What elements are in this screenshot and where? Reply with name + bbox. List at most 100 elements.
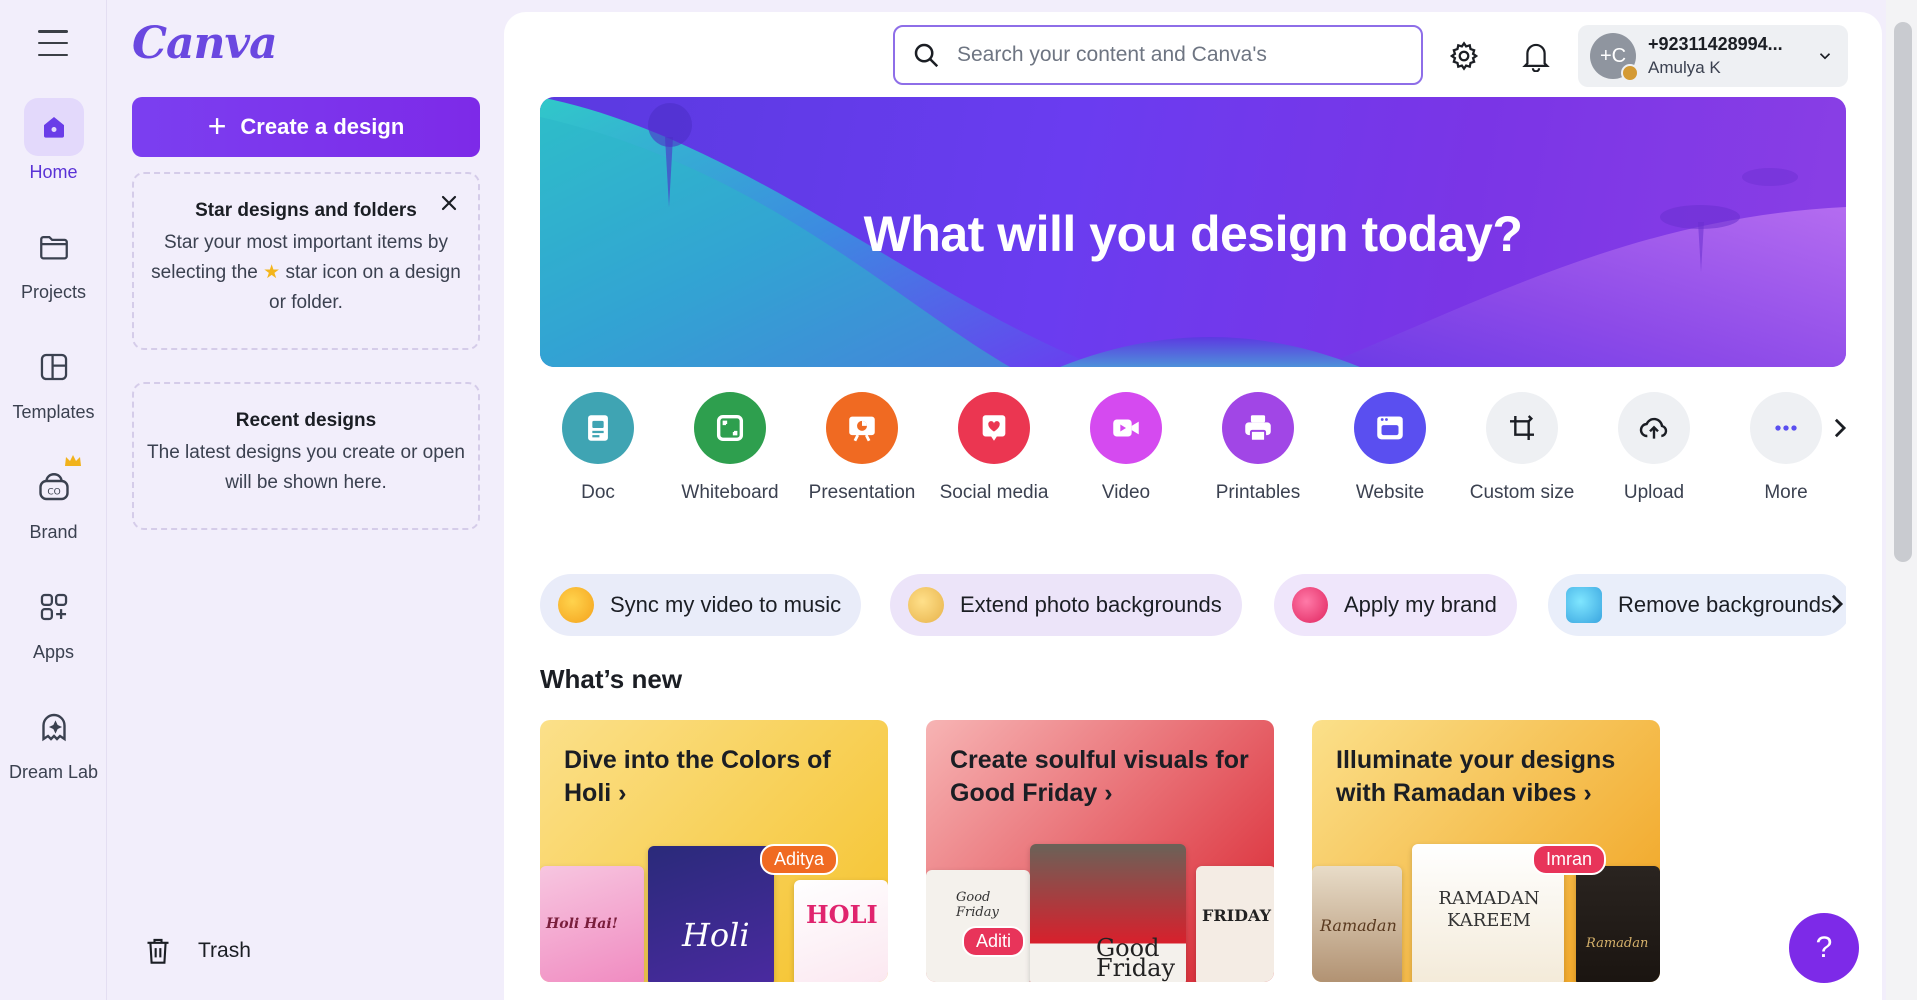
shortcut-custom-size[interactable]: Custom size bbox=[1456, 392, 1588, 504]
design-type-shortcuts: Doc Whiteboard Presentation Social media… bbox=[540, 392, 1847, 512]
star-sparkle-icon bbox=[1566, 587, 1602, 623]
search-icon bbox=[914, 43, 939, 68]
printables-icon bbox=[1222, 392, 1294, 464]
shortcut-label-presentation: Presentation bbox=[808, 482, 916, 503]
pill-extend-photo-backgrounds[interactable]: Extend photo backgrounds bbox=[890, 574, 1242, 636]
trash-button[interactable]: Trash bbox=[144, 935, 251, 967]
folder-icon bbox=[24, 218, 84, 276]
shortcut-website[interactable]: Website bbox=[1324, 392, 1456, 504]
rail-label-brand: Brand bbox=[29, 522, 78, 542]
shortcut-label-whiteboard: Whiteboard bbox=[681, 482, 779, 503]
card-title: Dive into the Colors of Holi › bbox=[564, 746, 831, 807]
notification-bell-icon[interactable] bbox=[1520, 40, 1552, 72]
svg-text:CO: CO bbox=[47, 488, 60, 498]
apps-icon bbox=[24, 578, 84, 636]
chevron-right-icon[interactable] bbox=[1828, 593, 1846, 615]
menu-icon[interactable] bbox=[38, 30, 68, 56]
search-input[interactable] bbox=[957, 43, 1397, 67]
chevron-right-icon[interactable] bbox=[1828, 414, 1852, 442]
shortcut-social-media[interactable]: Social media bbox=[928, 392, 1060, 504]
rail-item-apps[interactable]: Apps bbox=[0, 578, 107, 663]
shortcut-label-more: More bbox=[1764, 482, 1808, 503]
canva-logo[interactable]: Canva bbox=[132, 18, 278, 69]
video-icon bbox=[1090, 392, 1162, 464]
doc-icon bbox=[562, 392, 634, 464]
chevron-right-icon: › bbox=[1583, 779, 1592, 807]
pill-remove-backgrounds[interactable]: Remove backgrounds bbox=[1548, 574, 1846, 636]
chevron-right-icon: › bbox=[1104, 779, 1113, 807]
shortcut-doc[interactable]: Doc bbox=[532, 392, 664, 504]
shortcut-label-upload: Upload bbox=[1623, 482, 1685, 503]
rail-item-dream-lab[interactable]: Dream Lab bbox=[0, 698, 107, 783]
rail-item-projects[interactable]: Projects bbox=[0, 218, 107, 303]
whats-new-card-good-friday[interactable]: Create soulful visuals for Good Friday ›… bbox=[926, 720, 1274, 982]
shortcut-printables[interactable]: Printables bbox=[1192, 392, 1324, 504]
whiteboard-icon bbox=[694, 392, 766, 464]
shortcut-label-doc: Doc bbox=[581, 482, 615, 503]
shortcut-presentation[interactable]: Presentation bbox=[796, 392, 928, 504]
hero-title: What will you design today? bbox=[863, 206, 1523, 262]
recent-card-title: Recent designs bbox=[235, 410, 377, 431]
shortcut-whiteboard[interactable]: Whiteboard bbox=[664, 392, 796, 504]
star-icon: ★ bbox=[263, 262, 281, 283]
dream-lab-icon bbox=[24, 698, 84, 756]
whats-new-card-ramadan[interactable]: Illuminate your designs with Ramadan vib… bbox=[1312, 720, 1660, 982]
rail-label-templates: Templates bbox=[12, 402, 95, 422]
main-content: +C +92311428994... Amulya K What bbox=[504, 12, 1882, 1000]
whats-new-title: What’s new bbox=[540, 664, 683, 694]
mini-avatar-badge bbox=[1621, 64, 1639, 82]
account-menu[interactable]: +C +92311428994... Amulya K bbox=[1578, 25, 1848, 87]
shortcut-video[interactable]: Video bbox=[1060, 392, 1192, 504]
rail-item-brand[interactable]: CO Brand bbox=[0, 455, 107, 543]
shortcut-label-video: Video bbox=[1101, 482, 1151, 503]
templates-icon bbox=[24, 338, 84, 396]
shortcut-label-social-media: Social media bbox=[939, 482, 1049, 503]
help-button[interactable]: ? bbox=[1789, 913, 1859, 983]
hero-banner: What will you design today? bbox=[540, 97, 1846, 367]
shortcut-label-custom-size: Custom size bbox=[1469, 482, 1575, 503]
pill-apply-my-brand[interactable]: Apply my brand bbox=[1274, 574, 1517, 636]
holi-thumbnail-3: HOLI bbox=[794, 880, 888, 982]
shortcut-more[interactable]: More bbox=[1720, 392, 1852, 504]
brand-icon: CO bbox=[24, 455, 84, 516]
website-icon bbox=[1354, 392, 1426, 464]
good-friday-thumbnail-3: FRIDAY bbox=[1196, 866, 1274, 982]
rail-label-projects: Projects bbox=[20, 282, 87, 302]
collaborator-tag: Aditi bbox=[962, 926, 1026, 957]
pill-sync-video-music[interactable]: Sync my video to music bbox=[540, 574, 862, 636]
navigation-rail: Home Projects Templates CO Brand Apps Dr… bbox=[0, 0, 107, 1000]
create-design-button[interactable]: + Create a design bbox=[132, 97, 480, 157]
upload-icon bbox=[1618, 392, 1690, 464]
star-card-title: Star designs and folders bbox=[195, 200, 417, 221]
ramadan-thumbnail-1: Ramadan bbox=[1312, 866, 1402, 982]
collaborator-tag: Aditya bbox=[760, 844, 839, 875]
expand-emoji-icon bbox=[908, 587, 944, 623]
search-bar[interactable] bbox=[893, 25, 1423, 85]
rail-label-apps: Apps bbox=[32, 642, 75, 662]
card-title: Create soulful visuals for Good Friday › bbox=[950, 746, 1249, 807]
shortcut-upload[interactable]: Upload bbox=[1588, 392, 1720, 504]
rail-label-home: Home bbox=[29, 162, 78, 182]
rail-item-templates[interactable]: Templates bbox=[0, 338, 107, 423]
account-name: Amulya K bbox=[1648, 58, 1721, 77]
create-design-label: Create a design bbox=[240, 114, 405, 139]
good-friday-thumbnail-2: Good Friday bbox=[1030, 844, 1186, 982]
account-phone: +92311428994... bbox=[1648, 34, 1783, 54]
star-designs-card: Star designs and folders Star your most … bbox=[132, 172, 480, 350]
whats-new-card-holi[interactable]: Dive into the Colors of Holi › Holi Hai!… bbox=[540, 720, 888, 982]
avatar: +C bbox=[1590, 33, 1639, 82]
trash-icon bbox=[147, 938, 169, 964]
rail-label-dream-lab: Dream Lab bbox=[8, 762, 99, 782]
ramadan-thumbnail-3: Ramadan bbox=[1576, 866, 1660, 982]
holi-thumbnail-1: Holi Hai! bbox=[540, 866, 644, 982]
close-icon[interactable] bbox=[438, 192, 460, 214]
headphones-emoji-icon bbox=[558, 587, 594, 623]
crown-icon bbox=[64, 455, 81, 466]
home-icon bbox=[23, 98, 84, 156]
social-media-icon bbox=[958, 392, 1030, 464]
settings-icon[interactable] bbox=[1448, 40, 1480, 72]
rail-item-home[interactable]: Home bbox=[0, 98, 107, 183]
collaborator-tag: Imran bbox=[1532, 844, 1607, 875]
plus-icon: + bbox=[207, 107, 227, 144]
scrollbar-thumb[interactable] bbox=[1894, 22, 1912, 562]
